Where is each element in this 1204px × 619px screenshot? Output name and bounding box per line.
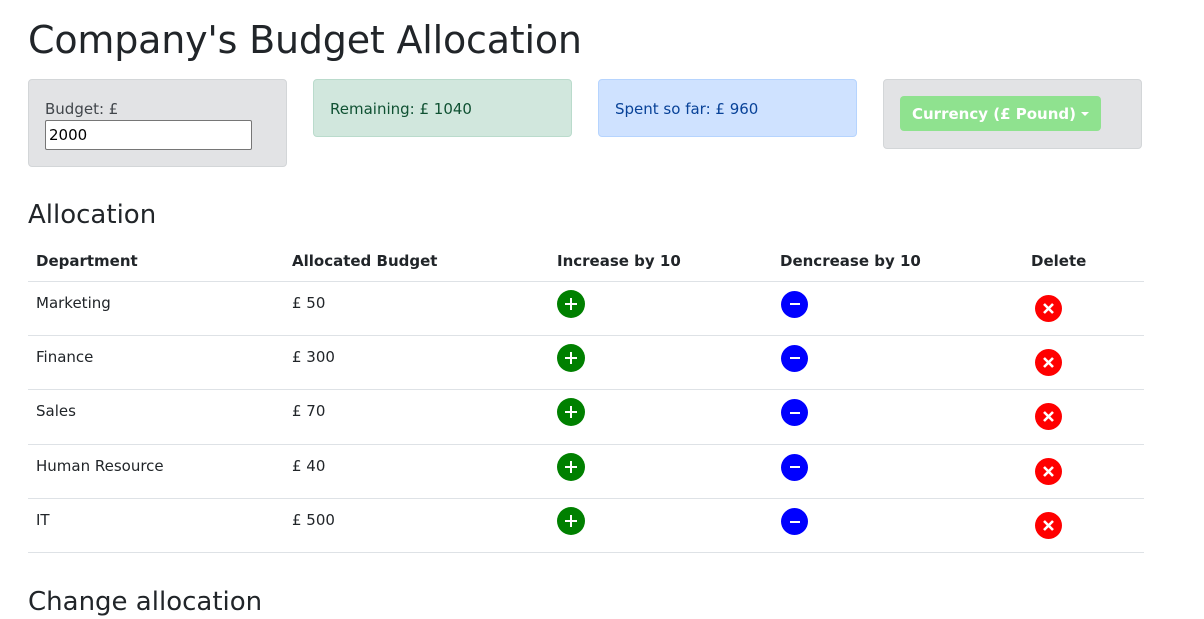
allocated-budget: £ 40 [292, 456, 326, 475]
decrease-button[interactable] [780, 344, 808, 372]
remaining-text: Remaining: £ 1040 [330, 100, 472, 118]
department-cell: IT [28, 498, 284, 554]
increase-button[interactable] [557, 343, 585, 372]
column-header-decrease: Dencrease by 10 [772, 241, 1023, 282]
budget-card: Budget: £ [28, 79, 287, 167]
plus-circle-icon [557, 343, 585, 372]
minus-circle-icon [781, 453, 808, 481]
currency-card: Currency (£ Pound) [883, 79, 1142, 149]
decrease-button[interactable] [780, 453, 808, 481]
decrease-button[interactable] [780, 290, 808, 318]
allocated-budget: £ 50 [292, 293, 326, 312]
delete-cell [1023, 444, 1144, 500]
budget-label: Budget: £ [45, 100, 119, 118]
plus-circle-icon [557, 398, 585, 427]
allocation-title: Allocation [28, 200, 157, 230]
increase-cell [549, 498, 772, 554]
department-name: Sales [36, 402, 76, 421]
decrease-button[interactable] [780, 398, 808, 427]
plus-circle-icon [557, 452, 585, 481]
change-allocation-title: Change allocation [28, 587, 263, 617]
delete-button[interactable] [1031, 507, 1062, 540]
spent-text: Spent so far: £ 960 [615, 100, 759, 118]
budget-cell: £ 300 [284, 335, 549, 391]
delete-cell [1023, 498, 1144, 554]
table-row: Sales £ 70 [28, 389, 1144, 445]
remaining-card: Remaining: £ 1040 [313, 79, 572, 137]
decrease-button[interactable] [780, 507, 808, 536]
department-cell: Human Resource [28, 444, 284, 500]
column-header-allocated-budget: Allocated Budget [284, 241, 549, 282]
department-cell: Sales [28, 389, 284, 445]
plus-circle-icon [557, 289, 585, 318]
column-header-department: Department [28, 241, 284, 282]
allocation-table: Department Allocated Budget Increase by … [28, 241, 1144, 554]
allocated-budget: £ 70 [292, 402, 326, 421]
delete-button[interactable] [1031, 344, 1062, 376]
allocated-budget: £ 500 [292, 511, 335, 530]
table-row: Marketing £ 50 [28, 281, 1144, 336]
department-name: IT [36, 511, 50, 530]
increase-cell [549, 389, 772, 445]
column-header-increase: Increase by 10 [549, 241, 772, 282]
table-header-row: Department Allocated Budget Increase by … [28, 241, 1144, 282]
table-row: Human Resource £ 40 [28, 444, 1144, 500]
increase-cell [549, 444, 772, 500]
increase-cell [549, 281, 772, 336]
minus-circle-icon [781, 508, 808, 536]
delete-button[interactable] [1031, 453, 1062, 485]
decrease-cell [772, 281, 1023, 336]
column-header-delete: Delete [1023, 241, 1144, 282]
decrease-cell [772, 335, 1023, 391]
spent-card: Spent so far: £ 960 [598, 79, 857, 137]
budget-cell: £ 500 [284, 498, 549, 554]
delete-cell [1023, 389, 1144, 445]
increase-button[interactable] [557, 398, 585, 427]
currency-dropdown-button[interactable]: Currency (£ Pound) [900, 96, 1101, 131]
decrease-cell [772, 389, 1023, 445]
delete-button[interactable] [1031, 398, 1062, 431]
department-name: Marketing [36, 293, 111, 312]
x-circle-icon [1035, 457, 1062, 485]
delete-cell [1023, 281, 1144, 336]
x-circle-icon [1035, 512, 1062, 540]
currency-label: Currency (£ Pound) [912, 104, 1076, 123]
x-circle-icon [1035, 348, 1062, 376]
department-cell: Marketing [28, 281, 284, 336]
decrease-cell [772, 444, 1023, 500]
budget-cell: £ 70 [284, 389, 549, 445]
minus-circle-icon [781, 399, 808, 427]
budget-cell: £ 50 [284, 281, 549, 336]
page-title: Company's Budget Allocation [28, 18, 582, 62]
x-circle-icon [1035, 294, 1062, 322]
delete-button[interactable] [1031, 290, 1062, 322]
allocated-budget: £ 300 [292, 347, 335, 366]
caret-down-icon [1081, 112, 1089, 116]
table-row: Finance £ 300 [28, 335, 1144, 391]
decrease-cell [772, 498, 1023, 554]
plus-circle-icon [557, 507, 585, 536]
delete-cell [1023, 335, 1144, 391]
x-circle-icon [1035, 403, 1062, 431]
table-row: IT £ 500 [28, 498, 1144, 554]
increase-button[interactable] [557, 289, 585, 318]
increase-cell [549, 335, 772, 391]
minus-circle-icon [781, 290, 808, 318]
minus-circle-icon [781, 344, 808, 372]
budget-input[interactable] [45, 120, 252, 150]
department-name: Finance [36, 347, 94, 366]
budget-cell: £ 40 [284, 444, 549, 500]
increase-button[interactable] [557, 452, 585, 481]
department-cell: Finance [28, 335, 284, 391]
department-name: Human Resource [36, 456, 164, 475]
increase-button[interactable] [557, 507, 585, 536]
